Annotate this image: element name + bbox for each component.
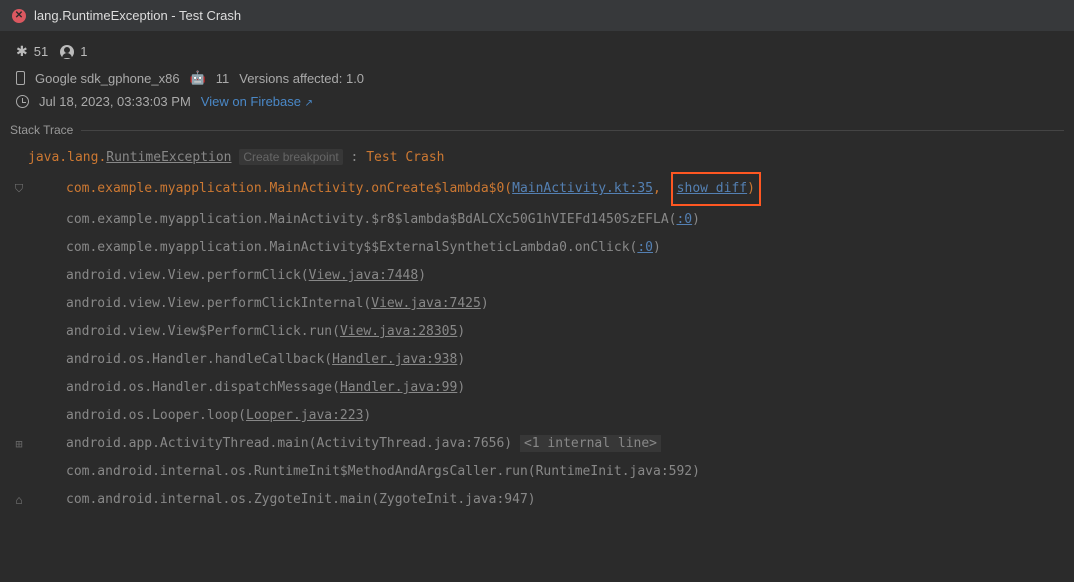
device-name: Google sdk_gphone_x86 [35, 71, 180, 86]
file-link[interactable]: :0 [637, 240, 653, 255]
file-link[interactable]: Handler.java:99 [340, 380, 457, 395]
stack-frame: com.example.myapplication.MainActivity$$… [10, 234, 1064, 262]
stack-frame: android.view.View$PerformClick.run(View.… [10, 318, 1064, 346]
stack-frame: android.view.View.performClick(View.java… [10, 262, 1064, 290]
crash-count: 51 [34, 44, 48, 59]
file-link[interactable]: Handler.java:938 [332, 352, 457, 367]
bug-icon [16, 43, 28, 60]
shield-icon[interactable]: ⛉ [10, 175, 28, 203]
timestamp: Jul 18, 2023, 03:33:03 PM [39, 94, 191, 109]
stack-frame: android.os.Handler.dispatchMessage(Handl… [10, 374, 1064, 402]
stack-frame: com.android.internal.os.RuntimeInit$Meth… [10, 458, 1064, 486]
os-version: 11 [216, 71, 230, 86]
external-link-icon: ↗ [305, 98, 313, 109]
stats-row: 51 1 [0, 31, 1074, 66]
android-icon: 🤖 [190, 70, 206, 86]
stack-frame: android.app.ActivityThread.main(Activity… [10, 430, 1064, 458]
file-link[interactable]: Looper.java:223 [246, 408, 363, 423]
user-count: 1 [80, 44, 87, 59]
versions-affected: Versions affected: 1.0 [239, 71, 364, 86]
show-diff-highlight: show diff) [671, 172, 761, 206]
exception-package: java.lang. [28, 150, 106, 165]
view-on-firebase-link[interactable]: View on Firebase ↗ [201, 94, 313, 109]
show-diff-link[interactable]: show diff [677, 175, 747, 203]
header-bar: ✕ lang.RuntimeException - Test Crash [0, 0, 1074, 31]
stack-frame: android.view.View.performClickInternal(V… [10, 290, 1064, 318]
stack-frame: com.example.myapplication.MainActivity.$… [10, 206, 1064, 234]
create-breakpoint-button[interactable]: Create breakpoint [239, 149, 342, 165]
exception-message: Test Crash [366, 150, 444, 165]
internal-line-badge[interactable]: <1 internal line> [520, 435, 661, 452]
user-icon [60, 45, 74, 59]
error-icon: ✕ [12, 9, 26, 23]
file-link[interactable]: MainActivity.kt:35 [512, 181, 653, 196]
stack-frame: android.os.Looper.loop(Looper.java:223) [10, 402, 1064, 430]
phone-icon [16, 71, 25, 85]
file-link[interactable]: View.java:7425 [371, 296, 481, 311]
file-link[interactable]: View.java:28305 [340, 324, 457, 339]
exception-line: java.lang.RuntimeException Create breakp… [10, 143, 1064, 172]
file-link[interactable]: View.java:7448 [309, 268, 419, 283]
stack-frame: android.os.Handler.handleCallback(Handle… [10, 346, 1064, 374]
device-row: Google sdk_gphone_x86 🤖 11 Versions affe… [0, 66, 1074, 90]
stack-frame: ⛉ com.example.myapplication.MainActivity… [10, 172, 1064, 206]
clock-icon [16, 95, 29, 108]
date-row: Jul 18, 2023, 03:33:03 PM View on Fireba… [0, 90, 1074, 123]
expand-icon[interactable] [10, 430, 28, 458]
stack-frame: com.android.internal.os.ZygoteInit.main(… [10, 486, 1064, 514]
file-link[interactable]: :0 [676, 212, 692, 227]
exception-name[interactable]: RuntimeException [106, 150, 231, 165]
stack-trace: java.lang.RuntimeException Create breakp… [0, 137, 1074, 520]
stack-trace-header: Stack Trace [0, 123, 1074, 137]
header-title: lang.RuntimeException - Test Crash [34, 8, 241, 23]
home-icon[interactable] [10, 486, 28, 514]
